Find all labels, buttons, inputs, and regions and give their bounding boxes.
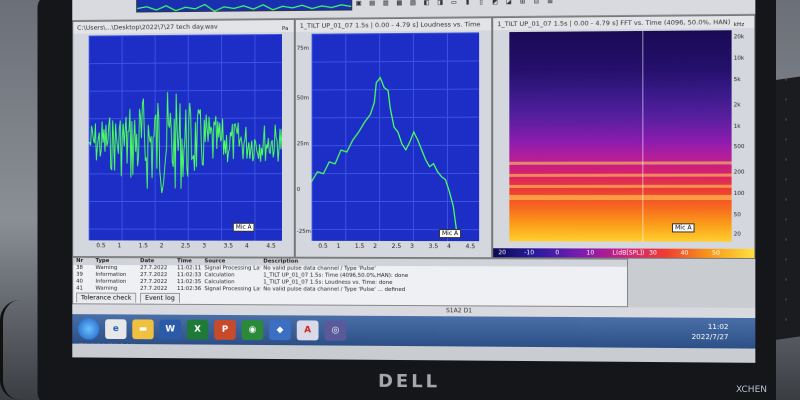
dell-wordmark: DELL bbox=[378, 371, 440, 393]
waveform-marker[interactable]: Mic A bbox=[232, 222, 255, 232]
desktop-support-note: 戴尔官方在线技术支持 http://www.dell.com.cn/suppor… bbox=[78, 343, 230, 352]
spectrogram-marker[interactable]: Mic A bbox=[671, 223, 695, 233]
loudness-marker[interactable]: Mic A bbox=[438, 229, 462, 239]
harmonic-band bbox=[509, 184, 732, 188]
laptop-bezel: ▣ ▤ ▥ ▦ ▧ ◧ ◨ ▭ ▮ ▯ ◩ ◪ ⊞ ⊟ ⊠ C:\Users\.… bbox=[37, 0, 777, 400]
waveform-x-ticks: 0.5 1 1.5 2 2.5 3 3.5 4 4.5 bbox=[96, 242, 276, 250]
toolbar-icon-row[interactable]: ▣ ▤ ▥ ▦ ▧ ◧ ◨ ▭ ▮ ▯ ◩ ◪ ⊞ ⊟ ⊠ bbox=[356, 0, 554, 7]
spectrogram-panel-title: 1_TILT UP_01_07 1.5s | 0.00 - 4.79 s] FF… bbox=[493, 15, 755, 31]
artemis-app-icon[interactable]: A bbox=[296, 320, 319, 341]
dell-logo: DELL bbox=[378, 370, 468, 396]
powerpoint-icon[interactable]: P bbox=[214, 319, 236, 340]
loudness-panel-title: 1_TILT UP_01_07 1.5s | 0.00 - 4.79 s] Lo… bbox=[295, 18, 492, 32]
taskbar-clock[interactable]: 11:02 2022/7/27 bbox=[692, 322, 729, 343]
harmonic-band bbox=[509, 195, 732, 201]
chat-icon[interactable]: ◉ bbox=[241, 320, 264, 341]
ie-icon[interactable]: e bbox=[105, 319, 127, 340]
waveform-trace bbox=[89, 34, 282, 241]
word-icon[interactable]: W bbox=[159, 319, 181, 340]
waveform-panel[interactable]: C:\Users\...\Desktop\2022\7\27 tech day.… bbox=[72, 18, 295, 258]
colorbar: 20 -10 0 10 L(dB[SPL]) 30 40 50 bbox=[493, 248, 755, 259]
loudness-y-ticks: 75m 50m 25m 0 -25m bbox=[296, 46, 311, 235]
spectrogram-plot[interactable]: Mic A bbox=[509, 30, 732, 242]
waveform-panel-title: C:\Users\...\Desktop\2022\7\27 tech day.… bbox=[73, 19, 294, 34]
waveform-plot[interactable]: Mic A bbox=[88, 33, 282, 241]
loudness-curve bbox=[312, 32, 480, 241]
loudness-plot[interactable]: Mic A bbox=[311, 32, 480, 242]
app-icon[interactable]: ◆ bbox=[269, 320, 291, 341]
svg-text:XCHEN: XCHEN bbox=[736, 385, 767, 394]
tab-event-log[interactable]: Event log bbox=[140, 292, 180, 303]
loudness-x-ticks: 0.5 1 1.5 2 2.5 3 3.5 4 4.5 bbox=[318, 242, 476, 251]
overview-waveform[interactable] bbox=[136, 0, 352, 13]
start-button[interactable] bbox=[78, 318, 100, 340]
cable bbox=[0, 300, 40, 400]
photo-scene: ▣ ▤ ▥ ▦ ▧ ◧ ◨ ▭ ▮ ▯ ◩ ◪ ⊞ ⊟ ⊠ C:\Users\.… bbox=[0, 0, 800, 400]
network-icon[interactable]: ◎ bbox=[324, 320, 347, 341]
harmonic-band bbox=[509, 161, 732, 165]
overview-waveform-graphic bbox=[137, 0, 351, 14]
cursor-line[interactable] bbox=[642, 30, 644, 242]
spectrogram-freq-ticks: kHz 20k 10k 5k 2k 1k 500 200 100 50 20 bbox=[733, 21, 745, 238]
excel-icon[interactable]: X bbox=[186, 319, 209, 340]
spectrogram-panel[interactable]: 1_TILT UP_01_07 1.5s | 0.00 - 4.79 s] FF… bbox=[492, 14, 756, 260]
folder-icon[interactable]: ▬ bbox=[132, 319, 154, 340]
svg-text:DELL: DELL bbox=[378, 371, 440, 391]
harmonic-band bbox=[509, 174, 732, 178]
watermark-logo: XCHEN bbox=[736, 385, 767, 395]
waveform-unit: Pa bbox=[281, 25, 289, 32]
loudness-panel[interactable]: 1_TILT UP_01_07 1.5s | 0.00 - 4.79 s] Lo… bbox=[294, 17, 493, 259]
laptop-screen: ▣ ▤ ▥ ▦ ▧ ◧ ◨ ▭ ▮ ▯ ◩ ◪ ⊞ ⊟ ⊠ C:\Users\.… bbox=[72, 0, 756, 363]
watermark: XCHEN bbox=[736, 382, 796, 396]
tab-tolerance-check[interactable]: Tolerance check bbox=[76, 292, 137, 303]
